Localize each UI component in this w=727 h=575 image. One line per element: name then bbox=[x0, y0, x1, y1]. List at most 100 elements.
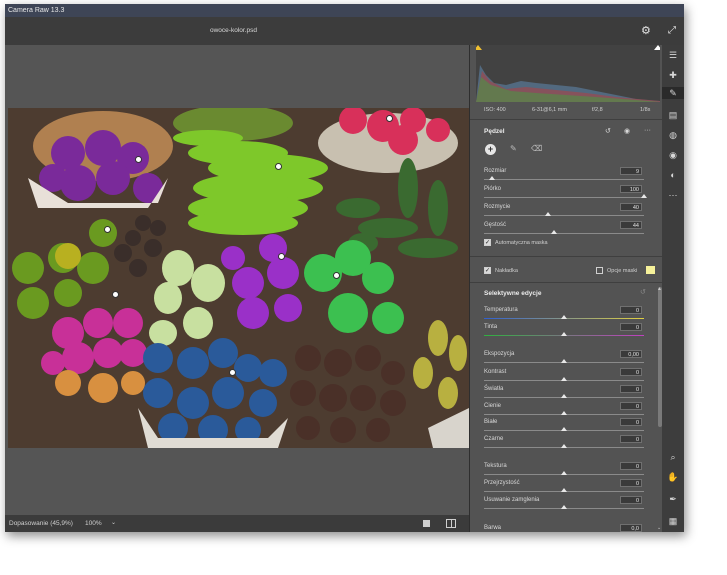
eraser-icon[interactable]: ⌫ bbox=[531, 144, 542, 153]
lens-value: 6-31@6,1 mm bbox=[532, 107, 567, 113]
mask-options-checkbox[interactable] bbox=[596, 267, 603, 274]
slider-track[interactable] bbox=[484, 215, 644, 216]
title-bar: Camera Raw 13.3 bbox=[5, 4, 684, 17]
slider-thumb[interactable] bbox=[561, 427, 567, 431]
slider-label: Barwa bbox=[484, 525, 502, 531]
slider-label: Rozmycie bbox=[484, 204, 511, 210]
slider-track[interactable] bbox=[484, 179, 644, 180]
slider-value-field[interactable]: 0 bbox=[620, 496, 642, 504]
slider-value-field[interactable]: 9 bbox=[620, 167, 642, 175]
slider-thumb[interactable] bbox=[551, 230, 558, 234]
brush-icon[interactable]: ✎ bbox=[510, 144, 517, 153]
brush-pin[interactable] bbox=[135, 156, 142, 163]
slider-thumb[interactable] bbox=[561, 444, 567, 448]
slider-label: Piórko bbox=[484, 186, 502, 192]
heal-icon[interactable]: ✚ bbox=[662, 69, 684, 81]
slider-thumb[interactable] bbox=[561, 471, 567, 475]
reset-edits-icon[interactable]: ↺ bbox=[640, 288, 646, 296]
slider-thumb[interactable] bbox=[545, 212, 551, 216]
camera-raw-window: Camera Raw 13.3 owoce-kolor.psd ⚙ ⤢ Dopa… bbox=[5, 4, 684, 532]
edit-panel: ISO: 400 6-31@6,1 mm f/2,8 1/8s Pędzel ↺… bbox=[469, 45, 663, 532]
mask-color-swatch[interactable] bbox=[646, 266, 655, 274]
zoom-fit-label[interactable]: Dopasowanie (45,9%) bbox=[9, 515, 73, 532]
divider bbox=[470, 282, 663, 283]
visibility-icon[interactable]: ◉ bbox=[624, 127, 630, 135]
slider-thumb[interactable] bbox=[561, 332, 567, 336]
automask-checkbox[interactable]: ✓ bbox=[484, 239, 491, 246]
slider-label: Rozmiar bbox=[484, 168, 507, 174]
slider-value-field[interactable]: 0 bbox=[620, 323, 642, 331]
brush-pin[interactable] bbox=[278, 253, 285, 260]
slider-value-field[interactable]: 40 bbox=[620, 203, 642, 211]
add-brush-icon[interactable]: + bbox=[485, 144, 496, 155]
slider-thumb[interactable] bbox=[489, 176, 495, 180]
zoom-level[interactable]: 100% bbox=[85, 515, 102, 532]
view-single-icon[interactable] bbox=[423, 520, 430, 527]
gear-icon[interactable]: ⚙ bbox=[641, 26, 651, 37]
slider-value-field[interactable]: 0 bbox=[620, 479, 642, 487]
iso-value: ISO: 400 bbox=[484, 107, 506, 113]
slider-value-field[interactable]: 0 bbox=[620, 462, 642, 470]
photo-image bbox=[8, 108, 469, 448]
slider-label: Światła bbox=[484, 386, 504, 392]
redeye-icon[interactable]: ◉ bbox=[662, 149, 684, 161]
automask-label: Automatyczna maska bbox=[495, 240, 548, 246]
slider-value-field[interactable]: 0 bbox=[620, 418, 642, 426]
slider-thumb[interactable] bbox=[561, 394, 567, 398]
slider-value-field[interactable]: 0 bbox=[620, 385, 642, 393]
brush-pin[interactable] bbox=[333, 272, 340, 279]
slider-thumb[interactable] bbox=[561, 359, 567, 363]
slider-thumb[interactable] bbox=[561, 377, 567, 381]
file-header: owoce-kolor.psd ⚙ ⤢ bbox=[5, 17, 684, 46]
brush-pin[interactable] bbox=[104, 226, 111, 233]
slider-value-field[interactable]: 0 bbox=[620, 368, 642, 376]
slider-thumb[interactable] bbox=[561, 488, 567, 492]
slider-label: Temperatura bbox=[484, 307, 518, 313]
more-icon[interactable]: ··· bbox=[644, 127, 651, 134]
brush-tool-icon[interactable]: ✎ bbox=[662, 87, 684, 99]
slider-thumb[interactable] bbox=[561, 411, 567, 415]
scroll-down-icon[interactable]: ⌄ bbox=[657, 525, 661, 531]
shutter-value: 1/8s bbox=[640, 107, 651, 113]
chevron-down-icon[interactable]: ⌄ bbox=[111, 515, 116, 532]
slider-label: Usuwanie zamglenia bbox=[484, 497, 540, 503]
slider-track[interactable] bbox=[484, 233, 644, 234]
expand-icon[interactable]: ⤢ bbox=[668, 26, 676, 36]
slider-value-field[interactable]: 0 bbox=[620, 435, 642, 443]
slider-label: Gęstość bbox=[484, 222, 507, 228]
presets-icon[interactable]: ◐ bbox=[662, 169, 684, 181]
slider-value-field[interactable]: 0,00 bbox=[620, 350, 642, 358]
fruit-photo[interactable] bbox=[8, 108, 469, 448]
grid-icon[interactable]: ▦ bbox=[662, 515, 684, 527]
slider-label: Czarne bbox=[484, 436, 504, 442]
edit-icon[interactable]: ☰ bbox=[662, 49, 684, 61]
file-name: owoce-kolor.psd bbox=[210, 27, 257, 34]
slider-value-field[interactable]: 0 bbox=[620, 402, 642, 410]
color-sampler-icon[interactable]: ✒ bbox=[662, 493, 684, 505]
brush-pin[interactable] bbox=[275, 163, 282, 170]
slider-thumb[interactable] bbox=[561, 315, 567, 319]
hand-icon[interactable]: ✋ bbox=[662, 471, 684, 483]
reset-icon[interactable]: ↺ bbox=[605, 127, 611, 135]
slider-thumb[interactable] bbox=[561, 505, 567, 509]
image-canvas[interactable] bbox=[5, 45, 469, 515]
zoom-icon[interactable]: ⌕ bbox=[662, 451, 684, 463]
slider-thumb[interactable] bbox=[641, 194, 647, 198]
brush-pin[interactable] bbox=[386, 115, 393, 122]
more-tools-icon[interactable]: ⋯ bbox=[662, 189, 684, 201]
slider-value-field[interactable]: 0 bbox=[620, 306, 642, 314]
slider-value-field[interactable]: 44 bbox=[620, 221, 642, 229]
slider-track[interactable] bbox=[484, 197, 644, 198]
before-after-icon[interactable] bbox=[446, 519, 456, 528]
mask-options-label: Opcje maski bbox=[607, 268, 638, 274]
slider-value-field[interactable]: 100 bbox=[620, 185, 642, 193]
selective-edits-title: Selektywne edycje bbox=[484, 290, 542, 297]
divider bbox=[470, 119, 663, 120]
brush-pin[interactable] bbox=[229, 369, 236, 376]
slider-value-field[interactable]: 0,0 bbox=[620, 524, 642, 532]
overlay-checkbox[interactable]: ✓ bbox=[484, 267, 491, 274]
gradient-icon[interactable]: ▤ bbox=[662, 109, 684, 121]
brush-pin[interactable] bbox=[112, 291, 119, 298]
slider-label: Tekstura bbox=[484, 463, 507, 469]
radial-icon[interactable]: ◍ bbox=[662, 129, 684, 141]
